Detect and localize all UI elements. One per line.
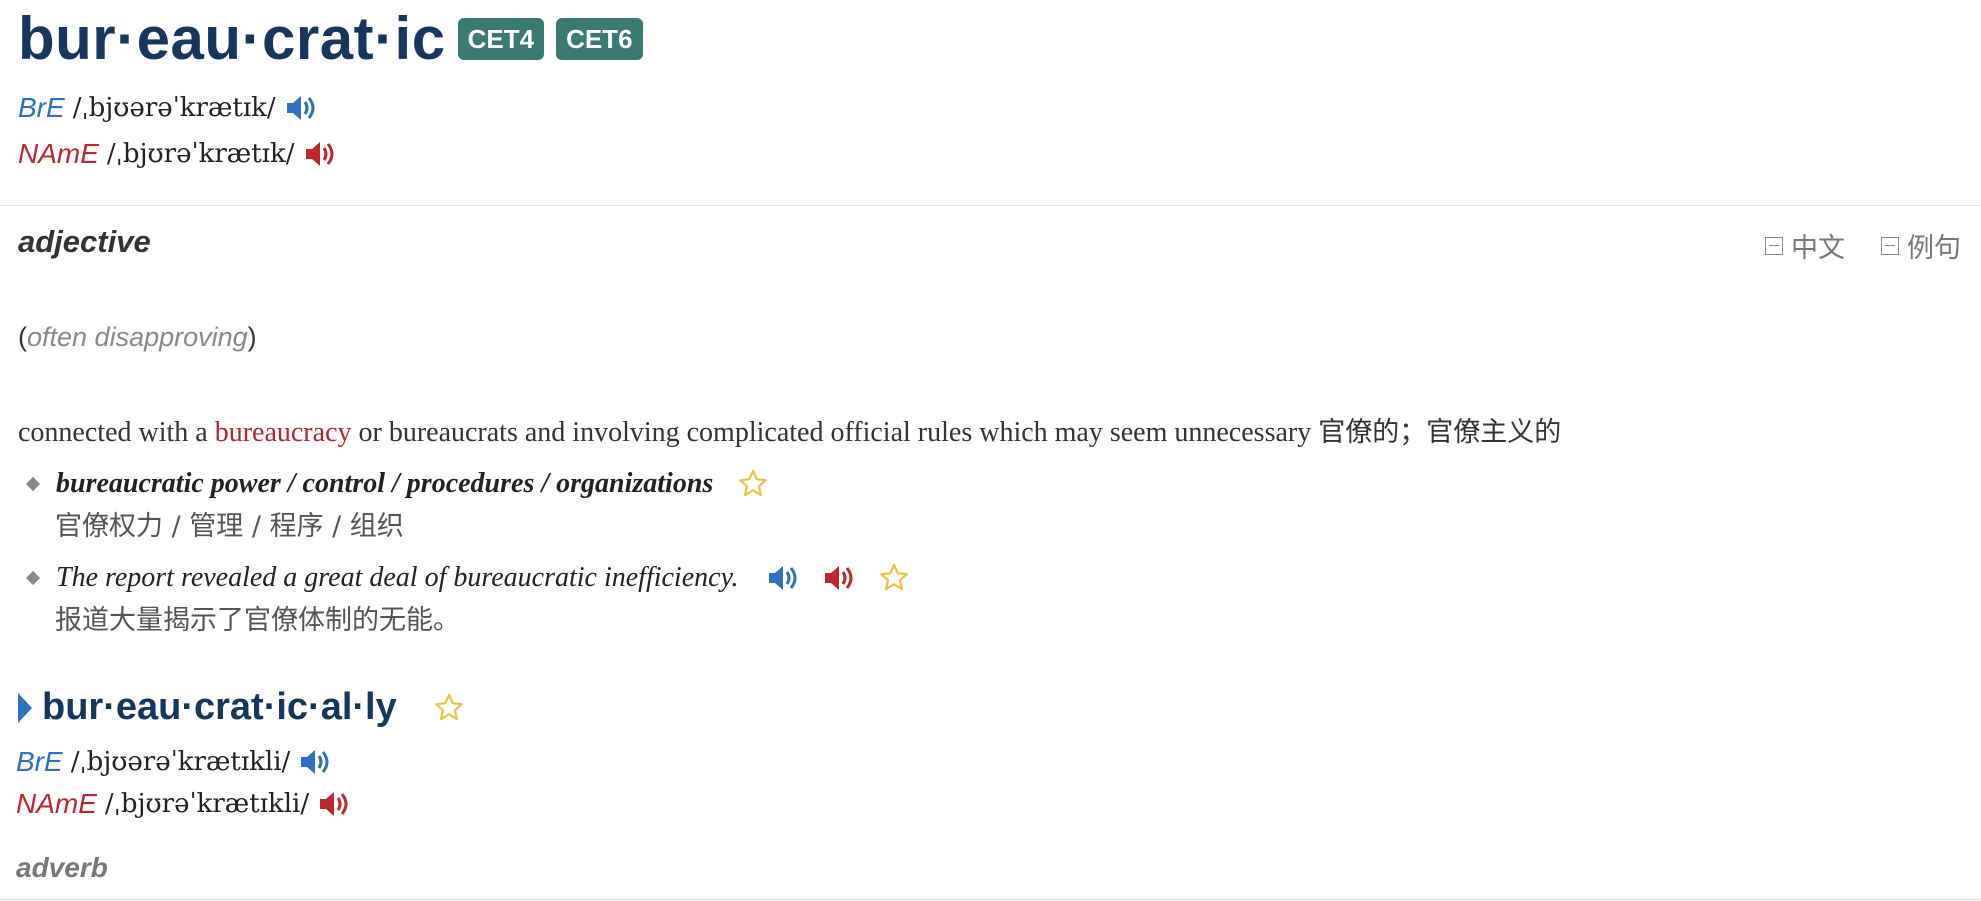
cet4-badge: CET4	[457, 18, 545, 60]
definition-text-pre: connected with a	[18, 417, 215, 448]
bre-label: BrE	[18, 92, 65, 123]
definition: connected with a bureaucracy or bureaucr…	[18, 410, 1561, 449]
example-english: bureaucratic power / control / procedure…	[56, 468, 714, 499]
section-divider	[0, 205, 1981, 206]
toggle-chinese[interactable]: 中文	[1765, 226, 1845, 265]
collapse-icon	[1765, 236, 1783, 255]
speaker-icon[interactable]	[766, 563, 800, 593]
label-close-paren: )	[247, 322, 257, 352]
usage-label: (often disapproving)	[18, 322, 257, 353]
star-icon[interactable]	[433, 692, 465, 724]
star-icon[interactable]	[878, 562, 910, 594]
expand-arrow-icon[interactable]	[18, 692, 32, 723]
bre-pronunciation: BrE /ˌbjʊərəˈkrætɪk/	[18, 92, 318, 124]
toggle-examples-label: 例句	[1907, 233, 1961, 263]
toggle-examples[interactable]: 例句	[1881, 226, 1961, 265]
label-text: often disapproving	[27, 322, 248, 352]
diamond-bullet-icon	[25, 570, 41, 586]
derivative-name-pronunciation: NAmE /ˌbjʊrəˈkrætɪkli/	[16, 788, 351, 820]
example-chinese: 官僚权力 / 管理 / 程序 / 组织	[55, 511, 404, 542]
headword: bur·eau·crat·ic	[18, 5, 446, 72]
speaker-icon[interactable]	[317, 789, 351, 819]
label-open-paren: (	[18, 322, 27, 352]
cross-reference-link[interactable]: bureaucracy	[215, 417, 352, 448]
toggle-chinese-label: 中文	[1791, 233, 1845, 263]
derivative-word: bur·eau·crat·ic·al·ly	[42, 686, 397, 728]
example-item: bureaucratic power / control / procedure…	[25, 468, 769, 543]
name-label: NAmE	[16, 788, 97, 819]
diamond-bullet-icon	[25, 476, 41, 492]
name-ipa: /ˌbjʊrəˈkrætɪkli/	[104, 789, 310, 819]
name-pronunciation: NAmE /ˌbjʊrəˈkrætɪk/	[18, 138, 337, 170]
bre-ipa: /ˌbjʊərəˈkrætɪkli/	[70, 747, 291, 777]
speaker-icon[interactable]	[298, 747, 332, 777]
definition-text-post: or bureaucrats and involving complicated…	[351, 417, 1319, 448]
cet6-badge: CET6	[556, 18, 643, 60]
collapse-icon	[1881, 236, 1899, 255]
speaker-icon[interactable]	[284, 93, 318, 123]
part-of-speech: adjective	[18, 224, 151, 259]
name-label: NAmE	[18, 138, 99, 169]
example-item: The report revealed a great deal of bure…	[25, 562, 910, 637]
bre-ipa: /ˌbjʊərəˈkrætɪk/	[72, 93, 276, 123]
bre-label: BrE	[16, 746, 63, 777]
star-icon[interactable]	[737, 468, 769, 500]
example-chinese: 报道大量揭示了官僚体制的无能。	[55, 605, 460, 636]
speaker-icon[interactable]	[303, 139, 337, 169]
derivative-heading[interactable]: bur·eau·crat·ic·al·ly	[18, 686, 465, 729]
example-english: The report revealed a great deal of bure…	[56, 562, 739, 593]
definition-chinese: 官僚的；官僚主义的	[1318, 417, 1562, 448]
display-controls: 中文 例句	[1765, 226, 1961, 265]
section-divider	[0, 899, 1981, 900]
derivative-bre-pronunciation: BrE /ˌbjʊərəˈkrætɪkli/	[16, 746, 332, 778]
speaker-icon[interactable]	[822, 563, 856, 593]
headword-row: bur·eau·crat·ic CET4 CET6	[18, 4, 643, 74]
derivative-part-of-speech: adverb	[16, 852, 108, 883]
name-ipa: /ˌbjʊrəˈkrætɪk/	[106, 139, 295, 169]
